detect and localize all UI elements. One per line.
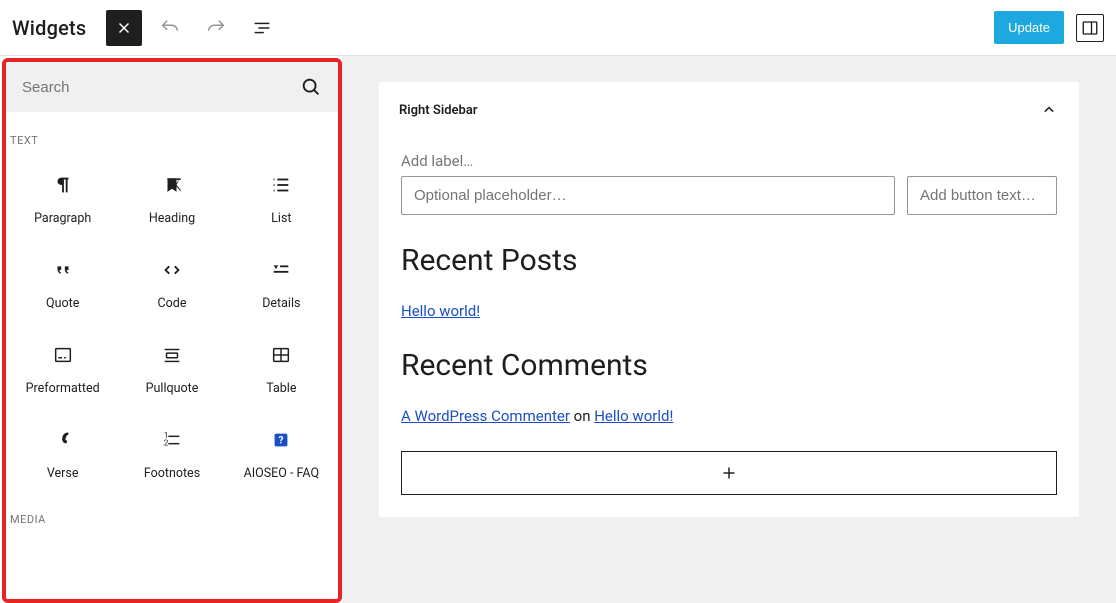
- footnotes-icon: 12: [160, 428, 184, 452]
- add-block-button[interactable]: [401, 451, 1057, 495]
- block-label: Code: [158, 296, 187, 311]
- chevron-up-icon: [1039, 100, 1059, 120]
- block-label: Table: [266, 381, 296, 396]
- block-list[interactable]: List: [227, 155, 336, 240]
- recent-comments-heading: Recent Comments: [401, 348, 1057, 383]
- block-code[interactable]: Code: [117, 240, 226, 325]
- top-toolbar: Widgets Update: [0, 0, 1116, 56]
- comment-entry: A WordPress Commenter on Hello world!: [401, 407, 1057, 425]
- comment-post-link[interactable]: Hello world!: [594, 407, 673, 425]
- widget-area-header[interactable]: Right Sidebar: [379, 82, 1079, 138]
- toolbar-right: Update: [994, 11, 1104, 44]
- details-icon: [269, 258, 293, 282]
- search-input[interactable]: [22, 79, 300, 96]
- block-label: Quote: [46, 296, 79, 311]
- category-label-media: MEDIA: [8, 495, 336, 534]
- toolbar-left: Widgets: [12, 10, 280, 46]
- post-link[interactable]: Hello world!: [401, 302, 480, 320]
- block-label: Pullquote: [146, 381, 199, 396]
- block-label: Verse: [47, 466, 79, 481]
- widget-area-title: Right Sidebar: [399, 103, 477, 118]
- block-label: Preformatted: [26, 381, 100, 396]
- code-icon: [160, 258, 184, 282]
- search-button-text-input[interactable]: [907, 176, 1057, 215]
- block-aioseo-faq[interactable]: ? AIOSEO - FAQ: [227, 410, 336, 495]
- block-footnotes[interactable]: 12 Footnotes: [117, 410, 226, 495]
- block-verse[interactable]: Verse: [8, 410, 117, 495]
- search-icon: [300, 76, 322, 98]
- plus-icon: [718, 462, 740, 484]
- redo-button[interactable]: [198, 10, 234, 46]
- block-quote[interactable]: Quote: [8, 240, 117, 325]
- list-view-icon: [251, 17, 273, 39]
- search-wrap: [6, 62, 338, 112]
- redo-icon: [205, 17, 227, 39]
- widget-area-right-sidebar: Right Sidebar Add label… Recent Posts He…: [379, 82, 1079, 517]
- workspace: TEXT Paragraph Heading List: [0, 56, 1116, 603]
- close-inserter-button[interactable]: [106, 10, 142, 46]
- settings-panel-toggle[interactable]: [1076, 14, 1104, 42]
- close-icon: [115, 19, 133, 37]
- sidebar-icon: [1081, 19, 1099, 37]
- svg-text:?: ?: [279, 436, 284, 447]
- block-inserter-panel: TEXT Paragraph Heading List: [2, 58, 342, 603]
- undo-icon: [159, 17, 181, 39]
- pullquote-icon: [160, 343, 184, 367]
- quote-icon: [51, 258, 75, 282]
- block-paragraph[interactable]: Paragraph: [8, 155, 117, 240]
- search-block-fields: [401, 176, 1057, 215]
- on-text: on: [570, 407, 594, 425]
- category-label-text: TEXT: [8, 116, 336, 155]
- block-label: Paragraph: [34, 211, 91, 226]
- search-placeholder-input[interactable]: [401, 176, 895, 215]
- page-title: Widgets: [12, 16, 86, 40]
- block-table[interactable]: Table: [227, 325, 336, 410]
- faq-icon: ?: [269, 428, 293, 452]
- block-heading[interactable]: Heading: [117, 155, 226, 240]
- heading-icon: [160, 173, 184, 197]
- block-label: Heading: [149, 211, 195, 226]
- table-icon: [269, 343, 293, 367]
- recent-posts-heading: Recent Posts: [401, 243, 1057, 278]
- undo-button[interactable]: [152, 10, 188, 46]
- block-label: AIOSEO - FAQ: [244, 466, 320, 481]
- widget-area-body: Add label… Recent Posts Hello world! Rec…: [379, 138, 1079, 517]
- block-pullquote[interactable]: Pullquote: [117, 325, 226, 410]
- verse-icon: [51, 428, 75, 452]
- block-label: List: [271, 211, 291, 226]
- document-overview-button[interactable]: [244, 10, 280, 46]
- paragraph-icon: [51, 173, 75, 197]
- commenter-link[interactable]: A WordPress Commenter: [401, 407, 570, 425]
- preformatted-icon: [51, 343, 75, 367]
- block-label: Details: [262, 296, 300, 311]
- list-icon: [269, 173, 293, 197]
- svg-text:2: 2: [164, 439, 169, 449]
- inserter-scroll[interactable]: TEXT Paragraph Heading List: [6, 112, 338, 599]
- search-block-label[interactable]: Add label…: [401, 152, 1057, 170]
- block-preformatted[interactable]: Preformatted: [8, 325, 117, 410]
- block-details[interactable]: Details: [227, 240, 336, 325]
- editor-canvas: Right Sidebar Add label… Recent Posts He…: [342, 56, 1116, 603]
- block-label: Footnotes: [144, 466, 200, 481]
- block-grid-text: Paragraph Heading List Quote: [8, 155, 336, 495]
- update-button[interactable]: Update: [994, 11, 1064, 44]
